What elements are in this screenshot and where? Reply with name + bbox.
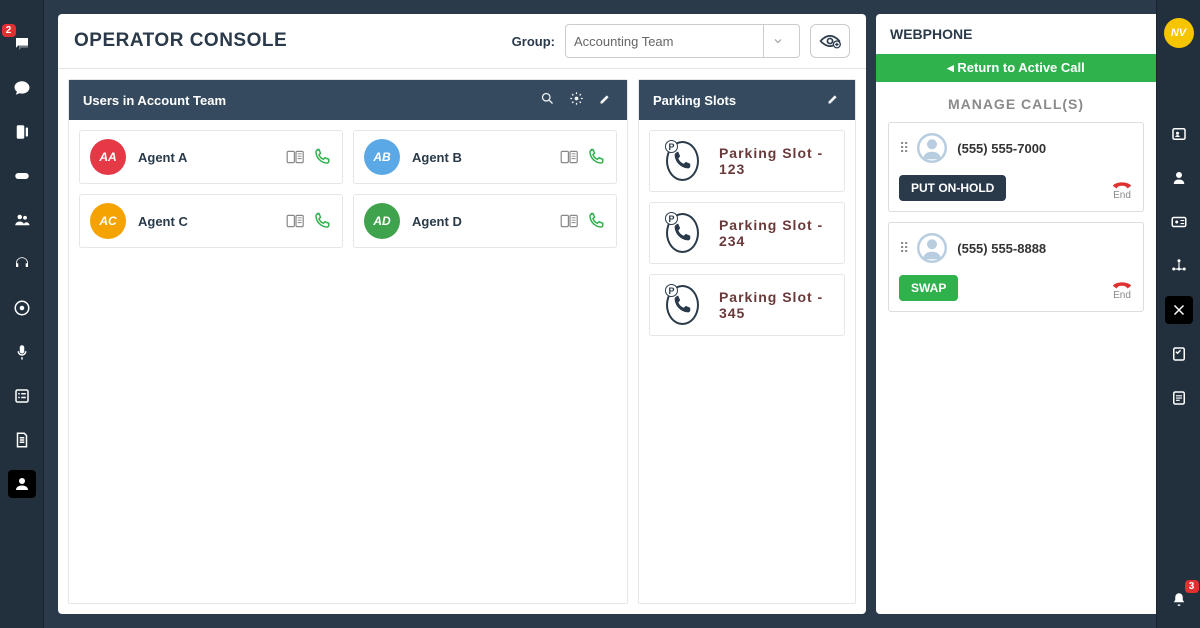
users-icon[interactable] — [8, 206, 36, 234]
parking-slot-card[interactable]: P Parking Slot - 345 — [649, 274, 845, 336]
bell-icon[interactable]: 3 — [1165, 586, 1193, 614]
end-label: End — [1113, 190, 1131, 201]
webphone-panel: WEBPHONE ◂ Return to Active Call MANAGE … — [876, 14, 1156, 614]
user-avatar-initials: AC — [90, 203, 126, 239]
user-name: Agent C — [138, 214, 188, 229]
users-panel-title: Users in Account Team — [83, 93, 226, 108]
caller-icon — [917, 133, 947, 163]
main-area: OPERATOR CONSOLE Group: Accounting Team … — [44, 0, 1156, 628]
user-name: Agent D — [412, 214, 462, 229]
manage-calls-heading: MANAGE CALL(S) — [876, 82, 1156, 122]
device-icon[interactable] — [560, 147, 580, 167]
parking-slot-card[interactable]: P Parking Slot - 234 — [649, 202, 845, 264]
messages-badge: 2 — [2, 24, 16, 37]
document-icon[interactable] — [8, 426, 36, 454]
user-avatar[interactable]: NV — [1164, 18, 1194, 48]
close-icon[interactable] — [1165, 296, 1193, 324]
console-header: OPERATOR CONSOLE Group: Accounting Team — [58, 14, 866, 69]
parking-phone-icon: P — [666, 213, 699, 253]
device-icon[interactable] — [286, 147, 306, 167]
operator-icon[interactable] — [8, 470, 36, 498]
user-avatar-initials: AD — [364, 203, 400, 239]
users-panel-header: Users in Account Team — [69, 80, 627, 120]
call-icon[interactable] — [312, 211, 332, 231]
user-card[interactable]: AB Agent B — [353, 130, 617, 184]
call-number: (555) 555-8888 — [957, 241, 1046, 256]
messages-icon[interactable]: 2 — [8, 30, 36, 58]
user-avatar-initials: AA — [90, 139, 126, 175]
gear-icon[interactable] — [569, 91, 584, 109]
target-icon[interactable] — [8, 294, 36, 322]
parking-slot-card[interactable]: P Parking Slot - 123 — [649, 130, 845, 192]
bell-badge: 3 — [1185, 580, 1199, 593]
parking-phone-icon: P — [666, 285, 699, 325]
parking-panel-header: Parking Slots — [639, 80, 855, 120]
end-call-button[interactable]: End — [1111, 176, 1133, 201]
task-icon[interactable] — [1165, 340, 1193, 368]
search-icon[interactable] — [540, 91, 555, 109]
parking-slot-label: Parking Slot - 234 — [719, 217, 828, 249]
group-label: Group: — [512, 34, 555, 49]
id-card-icon[interactable] — [1165, 208, 1193, 236]
drag-handle-icon[interactable]: ⠿ — [899, 140, 907, 157]
end-call-button[interactable]: End — [1111, 276, 1133, 301]
user-card[interactable]: AD Agent D — [353, 194, 617, 248]
parking-panel-title: Parking Slots — [653, 93, 736, 108]
call-icon[interactable] — [586, 147, 606, 167]
network-icon[interactable] — [1165, 252, 1193, 280]
checklist-icon[interactable] — [8, 382, 36, 410]
right-nav-rail: NV 3 — [1156, 0, 1200, 628]
phone-device-icon[interactable] — [8, 118, 36, 146]
console-title: OPERATOR CONSOLE — [74, 30, 287, 52]
users-panel: Users in Account Team AA Agent A AB Agen… — [68, 79, 628, 604]
edit-icon[interactable] — [826, 91, 841, 109]
edit-icon[interactable] — [598, 91, 613, 109]
group-selected-value: Accounting Team — [574, 34, 674, 49]
headset-icon[interactable] — [8, 250, 36, 278]
left-nav-rail: 2 — [0, 0, 44, 628]
device-icon[interactable] — [560, 211, 580, 231]
drag-handle-icon[interactable]: ⠿ — [899, 240, 907, 257]
group-select[interactable]: Accounting Team — [565, 24, 800, 58]
call-icon[interactable] — [586, 211, 606, 231]
parking-phone-icon: P — [666, 141, 699, 181]
parking-panel: Parking Slots P Parking Slot - 123 P Par… — [638, 79, 856, 604]
mic-icon[interactable] — [8, 338, 36, 366]
call-card: ⠿ (555) 555-8888 SWAP End — [888, 222, 1144, 312]
voicemail-icon[interactable] — [8, 162, 36, 190]
webphone-title: WEBPHONE — [876, 14, 1156, 54]
end-label: End — [1113, 290, 1131, 301]
put-on-hold-button[interactable]: PUT ON-HOLD — [899, 175, 1006, 201]
call-icon[interactable] — [312, 147, 332, 167]
call-card: ⠿ (555) 555-7000 PUT ON-HOLD End — [888, 122, 1144, 212]
parking-slot-label: Parking Slot - 345 — [719, 289, 828, 321]
person-icon[interactable] — [1165, 164, 1193, 192]
note-icon[interactable] — [1165, 384, 1193, 412]
caller-icon — [917, 233, 947, 263]
swap-button[interactable]: SWAP — [899, 275, 958, 301]
chat-icon[interactable] — [8, 74, 36, 102]
user-name: Agent A — [138, 150, 187, 165]
chevron-down-icon — [763, 25, 791, 57]
operator-console-panel: OPERATOR CONSOLE Group: Accounting Team … — [58, 14, 866, 614]
call-number: (555) 555-7000 — [957, 141, 1046, 156]
user-card[interactable]: AC Agent C — [79, 194, 343, 248]
user-name: Agent B — [412, 150, 462, 165]
device-icon[interactable] — [286, 211, 306, 231]
user-avatar-initials: AB — [364, 139, 400, 175]
return-to-call-button[interactable]: ◂ Return to Active Call — [876, 54, 1156, 82]
parking-slot-label: Parking Slot - 123 — [719, 145, 828, 177]
user-card[interactable]: AA Agent A — [79, 130, 343, 184]
contact-card-icon[interactable] — [1165, 120, 1193, 148]
watch-settings-button[interactable] — [810, 24, 850, 58]
